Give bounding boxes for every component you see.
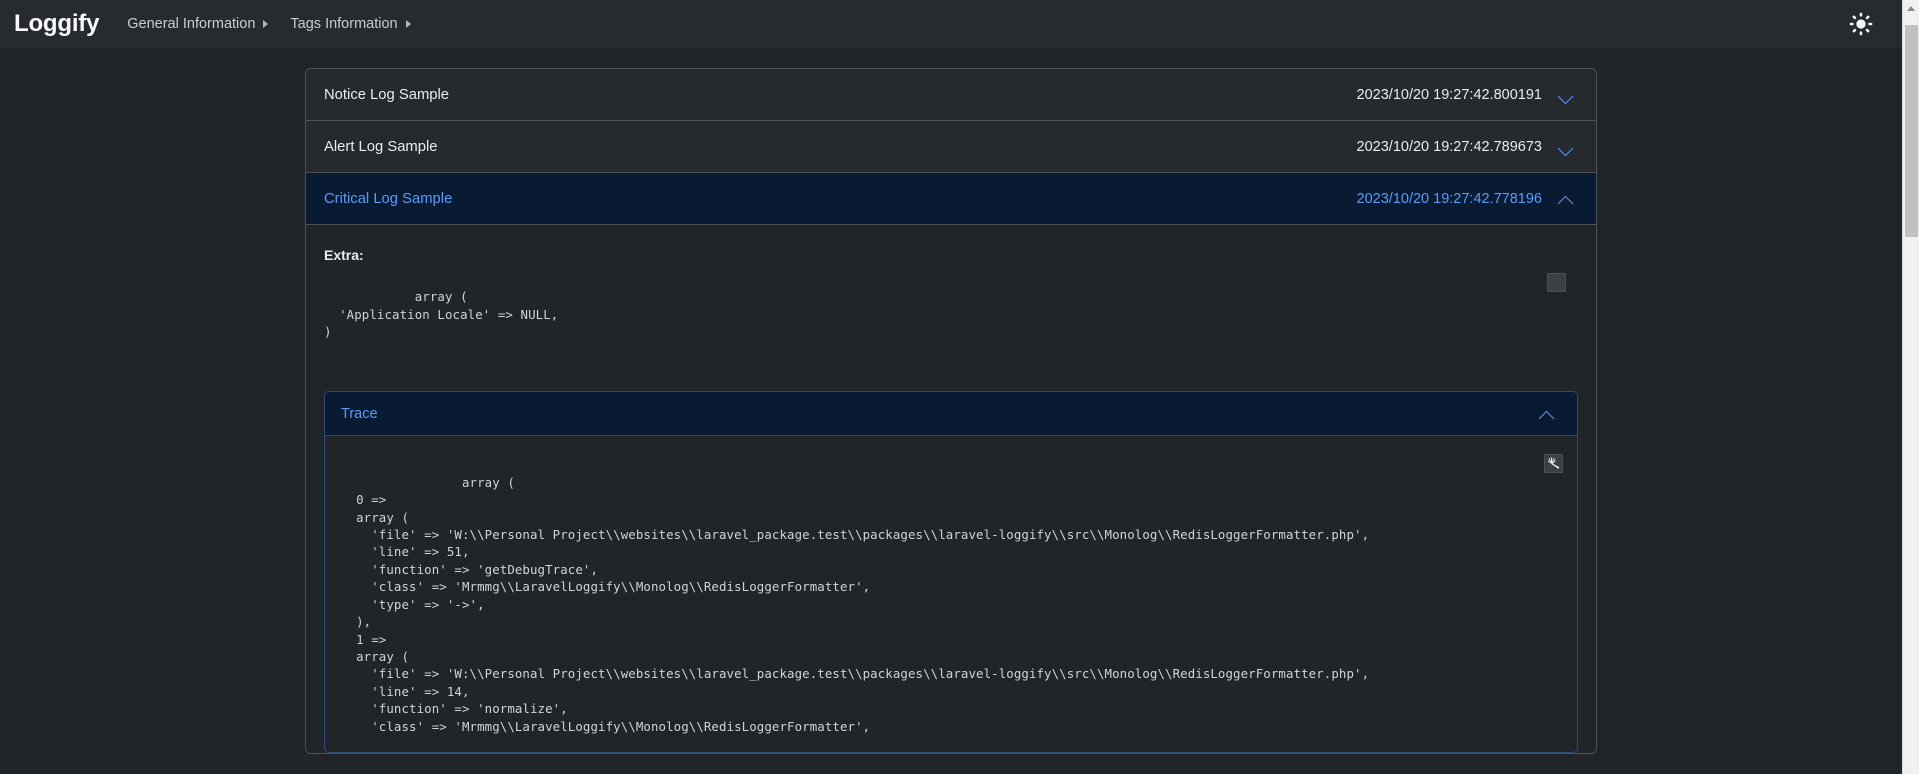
accordion-header-meta: 2023/10/20 19:27:42.778196 — [1357, 191, 1574, 207]
chevron-down-icon[interactable] — [1558, 90, 1574, 100]
top-navbar: Loggify General Information Tags Informa… — [0, 0, 1902, 48]
trace-code-text: array ( 0 => array ( 'file' => 'W:\\Pers… — [356, 474, 1370, 734]
nav-item-label: Tags Information — [290, 16, 398, 32]
accordion-panel-critical-log-sample: Extra: array ( 'Application Locale' => N… — [306, 225, 1596, 754]
extra-code-block: array ( 'Application Locale' => NULL, ) — [324, 271, 1578, 375]
log-entry-timestamp: 2023/10/20 19:27:42.778196 — [1356, 190, 1542, 207]
chevron-up-icon[interactable] — [1539, 409, 1555, 419]
main-content: Notice Log Sample 2023/10/20 19:27:42.80… — [0, 48, 1902, 755]
log-entry-timestamp: 2023/10/20 19:27:42.800191 — [1356, 86, 1542, 103]
primary-nav: General Information Tags Information — [127, 16, 411, 32]
trace-panel-body: array ( 0 => array ( 'file' => 'W:\\Pers… — [325, 436, 1577, 752]
extra-section-label: Extra: — [324, 247, 364, 263]
sun-icon — [1849, 12, 1873, 36]
accordion-header-notice-log-sample[interactable]: Notice Log Sample 2023/10/20 19:27:42.80… — [306, 69, 1596, 121]
nav-item-tags-information[interactable]: Tags Information — [290, 16, 411, 32]
log-entry-timestamp: 2023/10/20 19:27:42.789673 — [1356, 138, 1542, 155]
caret-right-icon — [405, 20, 411, 28]
trace-panel-title: Trace — [341, 405, 378, 422]
log-entry-title: Critical Log Sample — [324, 190, 453, 207]
broken-image-glyph — [1545, 455, 1562, 473]
accordion-header-critical-log-sample[interactable]: Critical Log Sample 2023/10/20 19:27:42.… — [306, 173, 1596, 225]
chevron-down-icon[interactable] — [1558, 142, 1574, 152]
page-viewport: Loggify General Information Tags Informa… — [0, 0, 1902, 774]
nav-item-label: General Information — [127, 16, 256, 32]
copy-image-icon[interactable] — [1547, 273, 1566, 292]
page-scrollbar[interactable] — [1902, 0, 1919, 774]
trace-code-block: array ( 0 => array ( 'file' => 'W:\\Pers… — [341, 456, 1561, 752]
app-root: Loggify General Information Tags Informa… — [0, 0, 1919, 774]
accordion-header-alert-log-sample[interactable]: Alert Log Sample 2023/10/20 19:27:42.789… — [306, 121, 1596, 173]
extra-code-text: array ( 'Application Locale' => NULL, ) — [324, 289, 559, 340]
trace-panel: Trace array ( 0 => array ( 'file' => 'W:… — [324, 391, 1578, 754]
nav-item-general-information[interactable]: General Information — [127, 16, 269, 32]
copy-image-icon[interactable] — [1544, 454, 1563, 474]
trace-panel-header[interactable]: Trace — [325, 392, 1577, 437]
scroll-up-arrow-icon[interactable] — [1903, 0, 1919, 17]
log-entry-title: Notice Log Sample — [324, 86, 450, 103]
app-brand-logo[interactable]: Loggify — [14, 12, 99, 36]
accordion-header-meta: 2023/10/20 19:27:42.789673 — [1357, 139, 1574, 155]
scrollbar-thumb[interactable] — [1905, 25, 1918, 237]
log-entry-title: Alert Log Sample — [324, 138, 438, 155]
caret-right-icon — [263, 20, 269, 28]
chevron-up-icon[interactable] — [1558, 194, 1574, 204]
accordion-header-meta: 2023/10/20 19:27:42.800191 — [1357, 87, 1574, 103]
theme-toggle-button[interactable] — [1848, 11, 1874, 37]
log-accordion: Notice Log Sample 2023/10/20 19:27:42.80… — [305, 68, 1597, 755]
